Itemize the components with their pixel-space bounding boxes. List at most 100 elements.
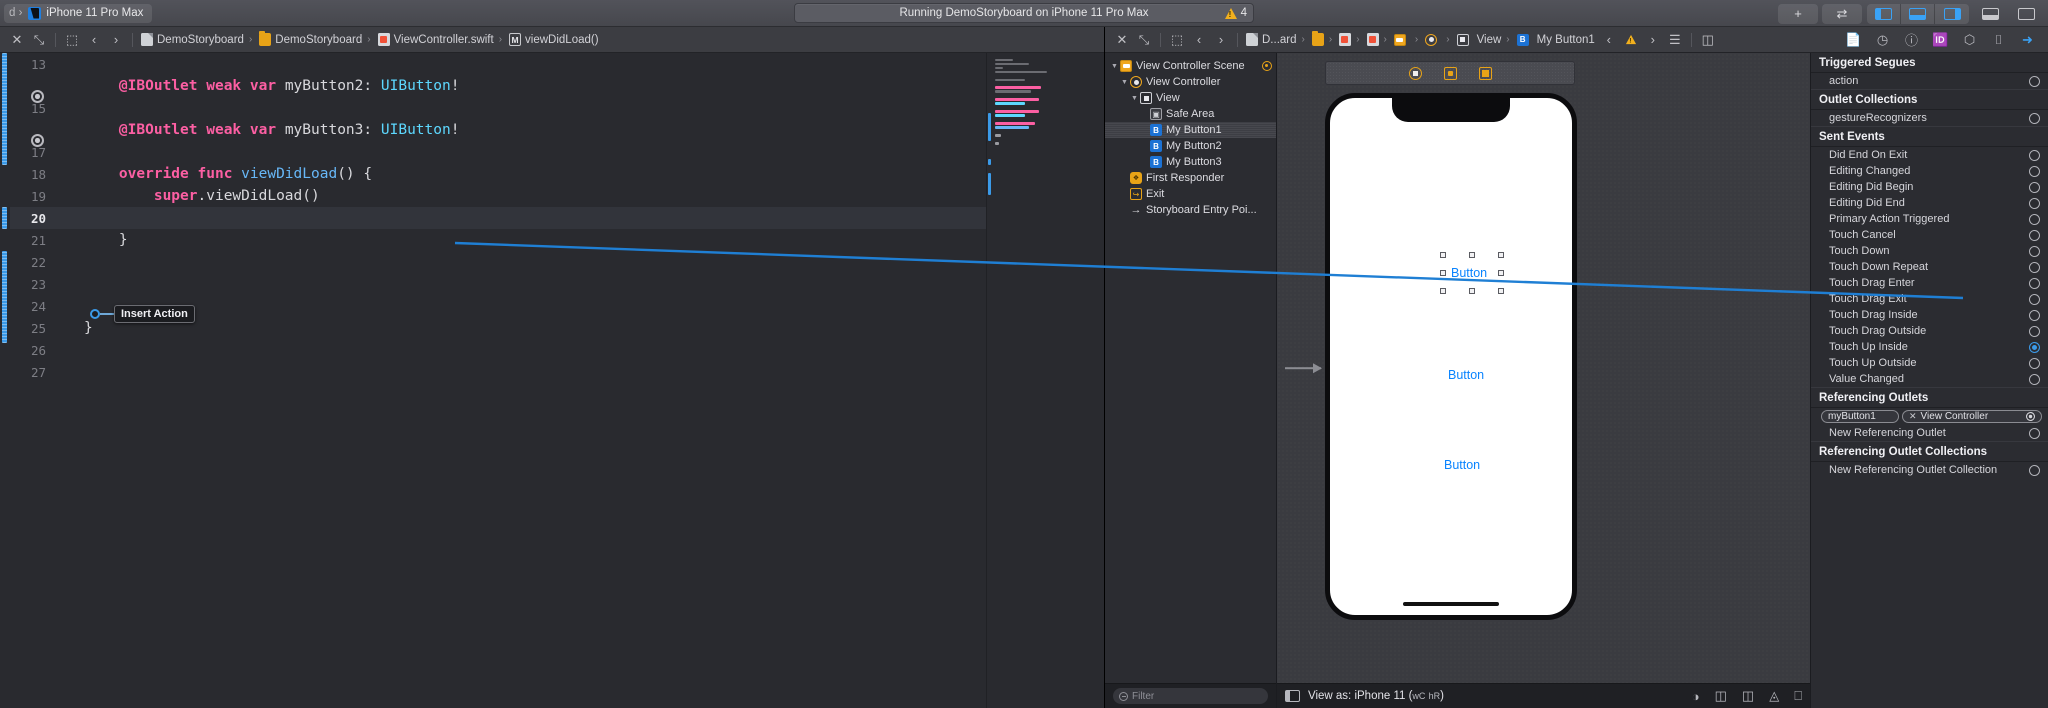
resize-handle[interactable] <box>1498 270 1504 276</box>
code-minimap[interactable] <box>986 53 1104 708</box>
connection-row[interactable]: Touch Down Repeat <box>1811 259 2048 275</box>
resize-handle[interactable] <box>1440 252 1446 258</box>
connection-well-empty[interactable] <box>2029 325 2040 337</box>
outline-item-view-controller-scene[interactable]: ▼ View Controller Scene <box>1105 58 1276 74</box>
connection-well-empty[interactable] <box>2029 75 2040 87</box>
scheme-destination-chip[interactable]: d › iPhone 11 Pro Max <box>4 3 153 23</box>
canvas-button-3[interactable]: Button <box>1444 458 1480 472</box>
line-number[interactable]: 25 <box>10 321 56 336</box>
navigate-back-icon[interactable]: ‹ <box>83 31 105 49</box>
align-icon[interactable]: ◫ <box>1715 688 1727 704</box>
toggle-navigator-button[interactable] <box>1867 3 1901 24</box>
outline-item-my-button3[interactable]: B My Button3 <box>1105 154 1276 170</box>
connections-inspector-tab[interactable]: ➜ <box>2013 29 2042 51</box>
referencing-outlet-connection[interactable]: myButton1 ✕ View Controller <box>1811 408 2048 425</box>
update-frames-icon[interactable]: ◑ <box>1692 689 1700 704</box>
code-line[interactable]: 19 super.viewDidLoad() <box>10 185 986 207</box>
storyboard-canvas[interactable]: Button Button Button <box>1277 53 1810 683</box>
add-editor-button[interactable]: + <box>1778 3 1818 24</box>
file-inspector-tab[interactable]: 📄 <box>1839 29 1868 51</box>
resize-handle[interactable] <box>1469 252 1475 258</box>
connection-well-empty[interactable] <box>2029 357 2040 369</box>
sb-breadcrumb-doc2[interactable]: › <box>1364 33 1391 46</box>
issue-prev-icon[interactable]: ‹ <box>1598 31 1620 49</box>
close-editor-icon[interactable]: ✕ <box>1111 31 1133 49</box>
breadcrumb-method[interactable]: M viewDidLoad() <box>506 33 602 46</box>
outline-item-storyboard-entry-poi[interactable]: → Storyboard Entry Poi... <box>1105 202 1276 218</box>
connection-row[interactable]: Value Changed <box>1811 371 2048 387</box>
line-number[interactable]: 13 <box>10 57 56 72</box>
connection-row[interactable]: Touch Drag Inside <box>1811 307 2048 323</box>
document-outline-toggle-icon[interactable]: ☰ <box>1664 31 1686 49</box>
breakpoint-indicator-icon[interactable] <box>31 90 44 103</box>
outline-item-my-button2[interactable]: B My Button2 <box>1105 138 1276 154</box>
toggle-debug-area-button[interactable] <box>1901 3 1935 24</box>
code-line[interactable]: 20 <box>10 207 986 229</box>
sb-breadcrumb-storyboard[interactable]: D...ard › <box>1243 33 1309 46</box>
canvas-button-2[interactable]: Button <box>1448 368 1484 382</box>
code-line[interactable]: @IBOutlet weak var myButton2: UIButton! <box>10 75 986 103</box>
disconnect-icon[interactable]: ✕ <box>1909 411 1917 422</box>
outline-item-exit[interactable]: ↪ Exit <box>1105 186 1276 202</box>
code-line[interactable]: 23 <box>10 273 986 295</box>
toggle-outline-icon[interactable] <box>1285 690 1300 702</box>
breadcrumb-folder[interactable]: DemoStoryboard › <box>256 31 374 46</box>
related-items-icon[interactable]: ⬚ <box>1166 31 1188 49</box>
code-editor[interactable]: 13 @IBOutlet weak var myButton2: UIButto… <box>10 53 986 708</box>
connection-well-empty[interactable] <box>2029 245 2040 257</box>
connection-row[interactable]: New Referencing Outlet Collection <box>1811 462 2048 478</box>
resolve-issues-icon[interactable]: ◬ <box>1769 688 1779 704</box>
expand-editor-icon[interactable]: ⤡ <box>1133 31 1155 49</box>
expand-editor-icon[interactable]: ⤡ <box>28 31 50 49</box>
code-line[interactable]: @IBOutlet weak var myButton3: UIButton! <box>10 119 986 147</box>
line-number[interactable]: 23 <box>10 277 56 292</box>
connection-well-empty[interactable] <box>2029 213 2040 225</box>
sb-breadcrumb-viewcontroller[interactable]: › <box>1422 33 1453 46</box>
library-panel-icon[interactable]: ◫ <box>1697 31 1719 49</box>
outline-item-view-controller[interactable]: ▼ View Controller <box>1105 74 1276 90</box>
code-line[interactable]: 27 <box>10 361 986 383</box>
line-number[interactable]: 18 <box>10 167 56 182</box>
size-inspector-tab[interactable]: ⌷ <box>1984 29 2013 51</box>
navigate-back-icon[interactable]: ‹ <box>1188 31 1210 49</box>
line-number[interactable]: 21 <box>10 233 56 248</box>
connection-row[interactable]: Did End On Exit <box>1811 147 2048 163</box>
line-number[interactable]: 22 <box>10 255 56 270</box>
connection-well-empty[interactable] <box>2029 181 2040 193</box>
view-as-label[interactable]: View as: iPhone 11 (wC hR) <box>1308 690 1444 702</box>
connection-row[interactable]: Touch Drag Exit <box>1811 291 2048 307</box>
line-number[interactable]: 17 <box>10 145 56 160</box>
connection-well-empty[interactable] <box>2029 149 2040 161</box>
status-issue-group[interactable]: 4 <box>1224 7 1247 19</box>
document-outline-list[interactable]: ▼ View Controller Scene ▼ View Controller ▼ V… <box>1105 53 1276 683</box>
exit-dock-icon[interactable] <box>1478 66 1492 80</box>
quick-help-inspector-tab[interactable]: ⓘ <box>1897 29 1926 51</box>
connection-well-empty[interactable] <box>2029 309 2040 321</box>
connection-row[interactable]: Editing Did Begin <box>1811 179 2048 195</box>
code-line[interactable]: 17 <box>10 141 986 163</box>
issue-next-icon[interactable]: › <box>1642 31 1664 49</box>
connection-well-empty[interactable] <box>2029 197 2040 209</box>
resize-handle[interactable] <box>1498 252 1504 258</box>
connection-well-empty[interactable] <box>2029 293 2040 305</box>
minimize-window-button[interactable] <box>1972 4 2008 24</box>
resize-handle[interactable] <box>1440 270 1446 276</box>
warning-triangle-icon[interactable] <box>1620 31 1642 49</box>
connection-well-filled[interactable] <box>2029 341 2040 353</box>
outline-item-safe-area[interactable]: ▣ Safe Area <box>1105 106 1276 122</box>
code-line[interactable]: 15 <box>10 97 986 119</box>
connection-well-empty[interactable] <box>2029 373 2040 385</box>
identity-inspector-tab[interactable]: 🆔 <box>1926 29 1955 51</box>
outline-item-view[interactable]: ▼ View <box>1105 90 1276 106</box>
navigate-forward-icon[interactable]: › <box>105 31 127 49</box>
connection-well-empty[interactable] <box>2029 464 2040 476</box>
connection-row[interactable]: Touch Down <box>1811 243 2048 259</box>
related-items-icon[interactable]: ⬚ <box>61 31 83 49</box>
code-line[interactable]: 18 override func viewDidLoad() { <box>10 163 986 185</box>
connection-well-empty[interactable] <box>2029 261 2040 273</box>
line-number[interactable]: 27 <box>10 365 56 380</box>
connection-well-empty[interactable] <box>2029 277 2040 289</box>
code-line[interactable]: 13 <box>10 53 986 75</box>
close-editor-icon[interactable]: ✕ <box>6 31 28 49</box>
outline-item-first-responder[interactable]: ❖ First Responder <box>1105 170 1276 186</box>
